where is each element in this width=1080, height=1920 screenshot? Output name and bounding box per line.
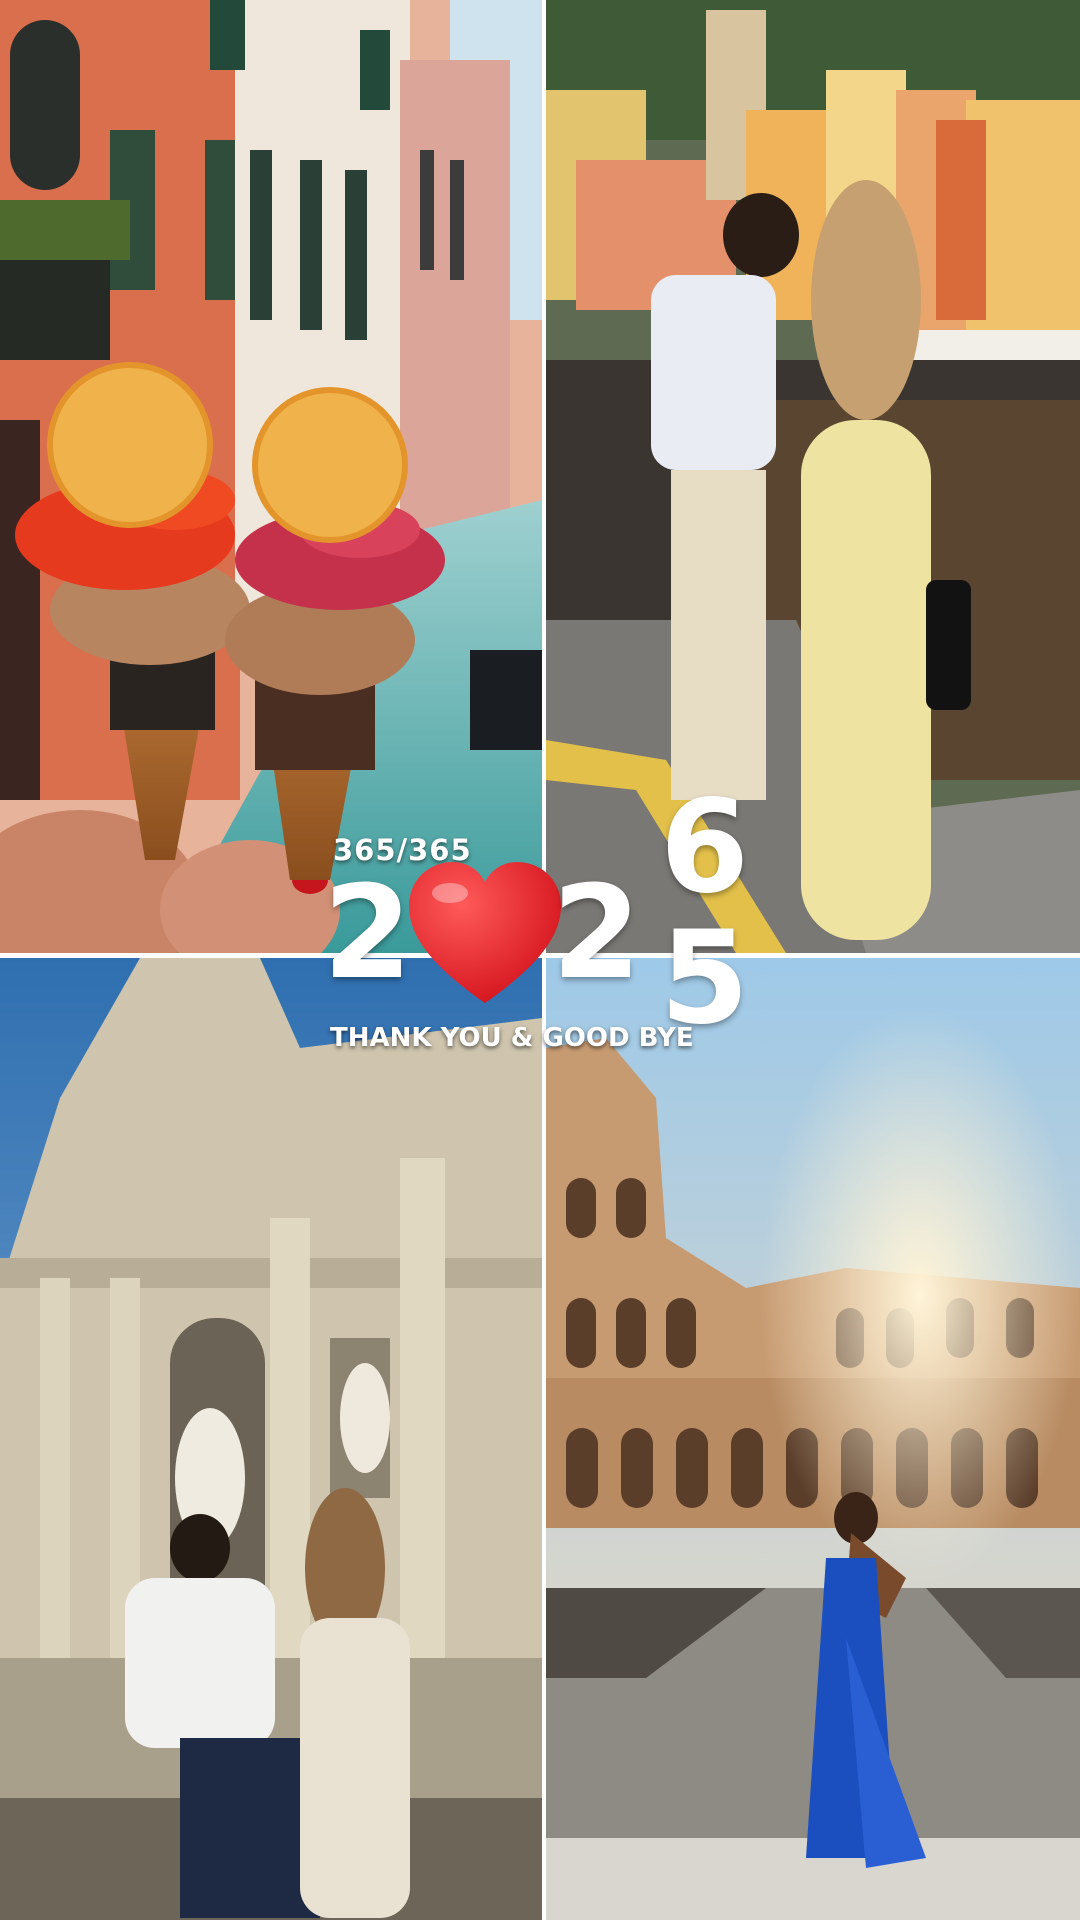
photo-collage: 365/365 2 2 6 5 THANK YOU & GOOD BYE <box>0 0 1080 1920</box>
trevi-fountain-couple-photo <box>0 958 542 1920</box>
portofino-couple-photo <box>546 0 1080 953</box>
gelato-venice-photo <box>0 0 542 953</box>
colosseum-woman-photo <box>546 958 1080 1920</box>
